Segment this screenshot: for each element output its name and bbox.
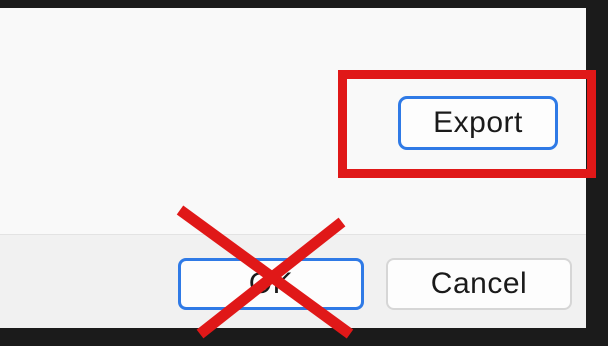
screenshot-stage: Export OK Cancel: [0, 0, 608, 346]
cancel-button[interactable]: Cancel: [386, 258, 572, 310]
dialog-bottom-edge: [0, 328, 608, 346]
ok-button[interactable]: OK: [178, 258, 364, 310]
export-highlight-annotation: [338, 70, 596, 178]
